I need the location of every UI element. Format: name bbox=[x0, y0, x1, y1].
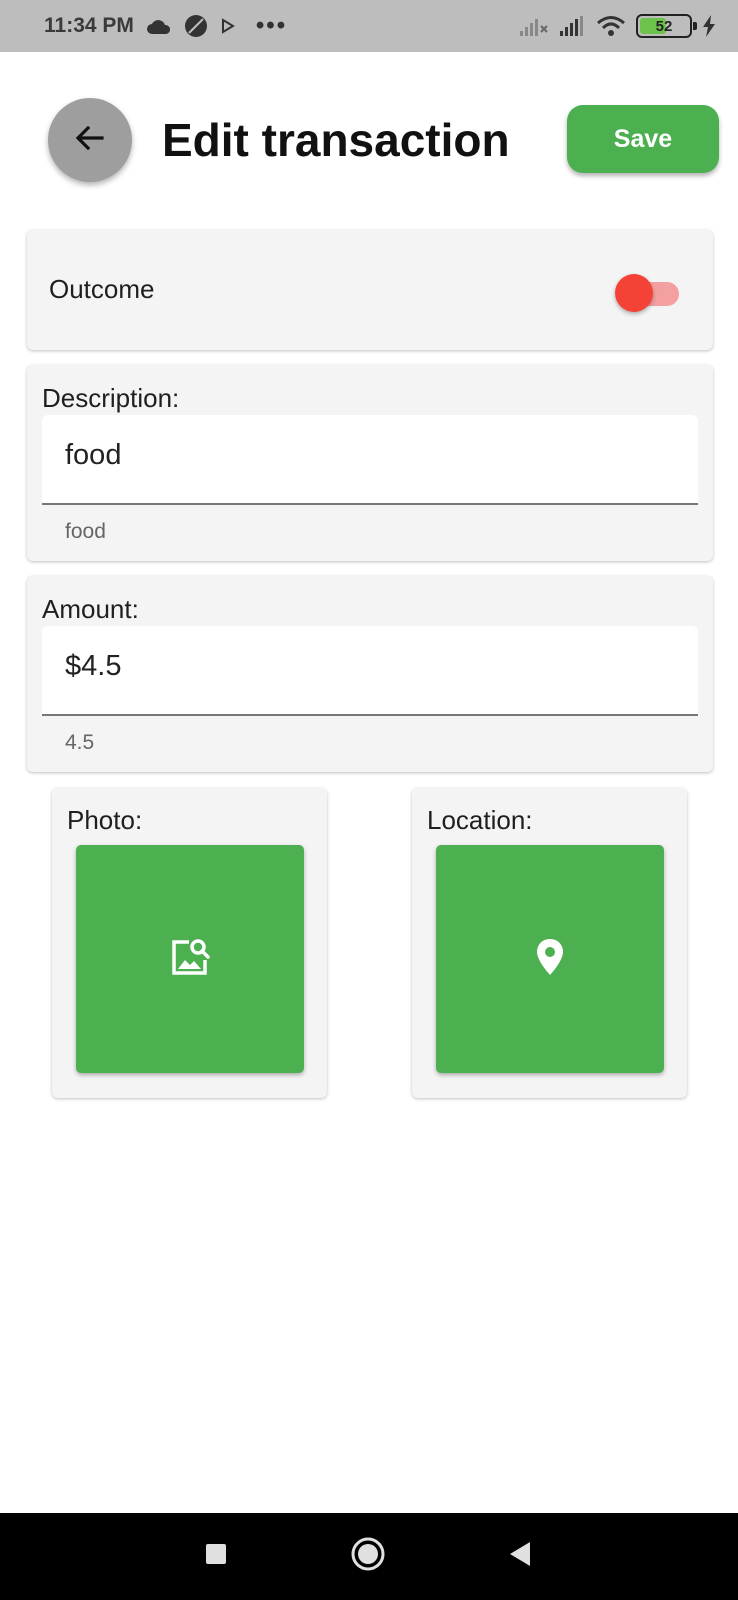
back-triangle-icon bbox=[508, 1541, 532, 1572]
map-pin-icon bbox=[534, 937, 566, 982]
amount-card: Amount: $4.5 4.5 bbox=[27, 576, 713, 772]
home-button[interactable] bbox=[346, 1513, 390, 1600]
outcome-toggle[interactable] bbox=[605, 274, 701, 312]
charging-bolt-icon bbox=[702, 15, 716, 37]
amount-helper: 4.5 bbox=[65, 731, 95, 754]
amount-label: Amount: bbox=[42, 594, 139, 624]
status-bar-right: 52 bbox=[520, 14, 716, 38]
status-bar: 11:34 PM ••• 52 bbox=[0, 0, 738, 52]
description-input[interactable]: food bbox=[42, 415, 698, 505]
save-button[interactable]: Save bbox=[567, 105, 719, 173]
description-card: Description: food food bbox=[27, 365, 713, 561]
system-back-button[interactable] bbox=[498, 1513, 542, 1600]
location-card: Location: bbox=[412, 788, 687, 1098]
toggle-thumb bbox=[615, 274, 653, 312]
battery-tip bbox=[693, 22, 697, 30]
back-button[interactable] bbox=[48, 98, 132, 182]
photo-label: Photo: bbox=[67, 805, 143, 835]
outcome-label: Outcome bbox=[49, 274, 155, 304]
photo-button[interactable] bbox=[76, 845, 304, 1073]
signal-icon bbox=[560, 16, 586, 36]
page-title: Edit transaction bbox=[162, 114, 510, 166]
image-search-icon bbox=[169, 936, 211, 983]
cloud-icon bbox=[146, 17, 172, 35]
recents-button[interactable] bbox=[196, 1513, 236, 1600]
system-nav-bar bbox=[0, 1513, 738, 1600]
description-label: Description: bbox=[42, 383, 180, 413]
amount-input[interactable]: $4.5 bbox=[42, 626, 698, 716]
home-circle-icon bbox=[350, 1536, 386, 1577]
signal-x-icon bbox=[520, 16, 550, 36]
recents-square-icon bbox=[205, 1543, 227, 1570]
circle-slash-icon bbox=[184, 14, 208, 38]
photo-card: Photo: bbox=[52, 788, 327, 1098]
arrow-left-icon bbox=[74, 122, 106, 159]
description-helper: food bbox=[65, 520, 106, 543]
status-bar-left: 11:34 PM ••• bbox=[44, 14, 287, 38]
outcome-card: Outcome bbox=[27, 230, 713, 350]
location-button[interactable] bbox=[436, 845, 664, 1073]
wifi-icon bbox=[596, 15, 626, 37]
more-dots-icon: ••• bbox=[255, 12, 288, 39]
status-time: 11:34 PM bbox=[44, 14, 134, 37]
play-icon bbox=[220, 18, 236, 34]
battery-icon: 52 bbox=[636, 14, 697, 38]
battery-level: 52 bbox=[655, 17, 673, 35]
location-label: Location: bbox=[427, 805, 533, 835]
